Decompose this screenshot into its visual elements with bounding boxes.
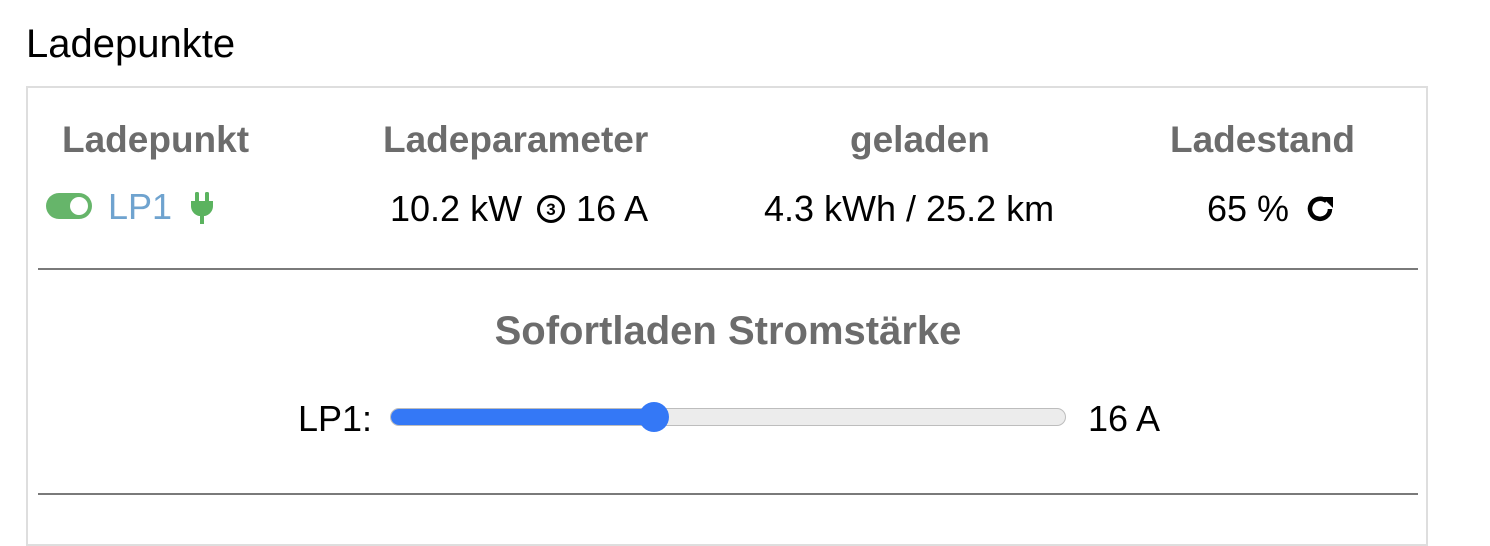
current-value: 16 A: [576, 188, 649, 229]
slider-value: 16 A: [1088, 398, 1161, 439]
column-header-soc: Ladestand: [1170, 119, 1356, 160]
column-header-charged: geladen: [850, 119, 990, 160]
svg-text:3: 3: [546, 200, 555, 219]
toggle-knob: [70, 197, 88, 215]
page-title: Ladepunkte: [26, 22, 236, 66]
charged-energy-value: 4.3 kWh / 25.2 km: [764, 188, 1055, 229]
instant-charge-current-title: Sofortladen Stromstärke: [494, 309, 962, 353]
slider-thumb[interactable]: [638, 402, 669, 432]
toggle-switch-icon[interactable]: [46, 193, 92, 219]
slider-fill: [391, 409, 654, 425]
charge-current-slider[interactable]: [390, 402, 1066, 432]
soc-cell: 65 %: [1207, 185, 1337, 233]
refresh-icon[interactable]: [1305, 193, 1337, 225]
row-divider: [38, 268, 1418, 270]
column-header-parameters: Ladeparameter: [383, 119, 649, 160]
slider-label: LP1:: [298, 398, 373, 439]
section-divider: [38, 493, 1418, 495]
chargepoint-name-link[interactable]: LP1: [108, 183, 172, 231]
power-value: 10.2 kW: [390, 188, 523, 229]
charge-parameters: 10.2 kW 3 16 A: [390, 185, 648, 233]
plug-icon: [191, 192, 213, 224]
soc-value: 65 %: [1207, 188, 1290, 229]
phase-count-3-icon: 3: [537, 195, 566, 223]
column-header-chargepoint: Ladepunkt: [62, 119, 250, 160]
